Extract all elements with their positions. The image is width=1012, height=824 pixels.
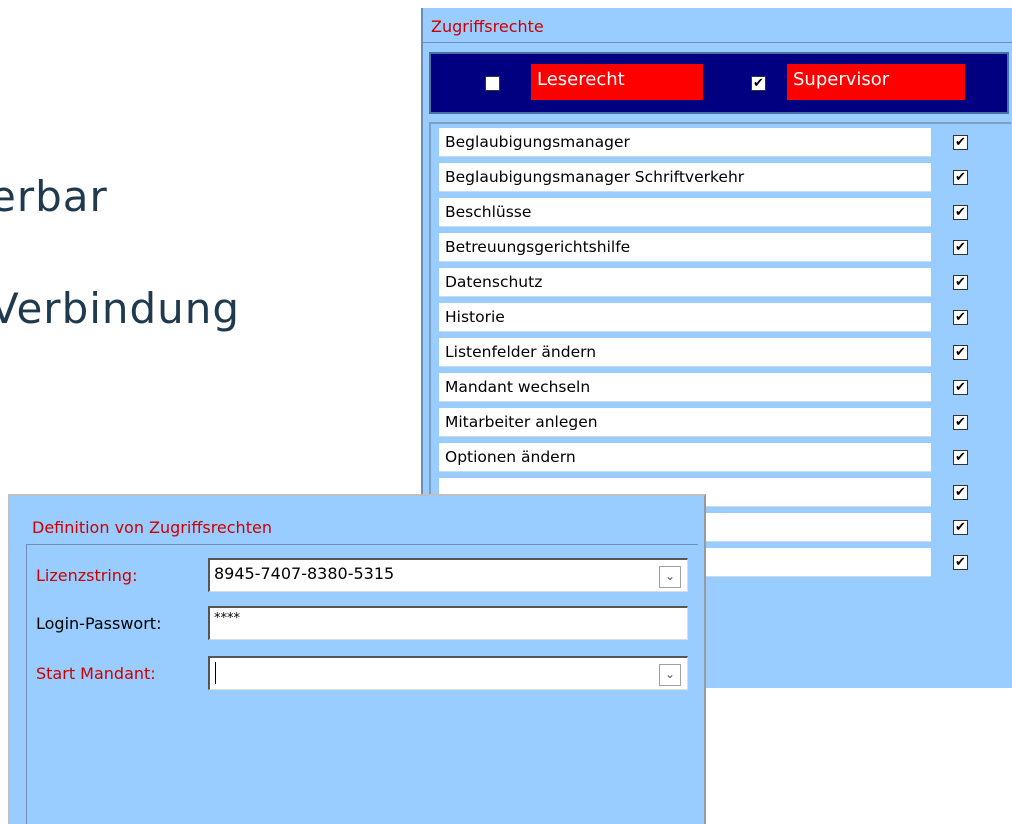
rights-list-item[interactable]: Betreuungsgerichtshilfe [439,233,931,262]
panel-title: Zugriffsrechte [431,17,544,36]
rights-item-checkbox[interactable]: ✔ [953,310,968,325]
rights-list-item[interactable]: Beschlüsse [439,198,931,227]
rights-list-item[interactable]: Historie [439,303,931,332]
passwort-label: Login-Passwort: [36,614,162,633]
leserecht-label: Leserecht [531,64,703,100]
chevron-down-icon[interactable]: ⌄ [659,566,681,588]
rights-item-checkbox[interactable]: ✔ [953,555,968,570]
rights-mode-bar: Leserecht ✔ Supervisor [429,52,1009,114]
dialog-divider [26,544,698,545]
lizenz-value: 8945-7407-8380-5315 [214,564,395,583]
rights-list-item[interactable]: Listenfelder ändern [439,338,931,367]
rights-item-checkbox[interactable]: ✔ [953,275,968,290]
rights-item-checkbox[interactable]: ✔ [953,135,968,150]
text-cursor [215,662,216,684]
rights-list-item[interactable]: Mitarbeiter anlegen [439,408,931,437]
lizenz-combobox[interactable]: 8945-7407-8380-5315 ⌄ [208,558,688,592]
rights-item-checkbox[interactable]: ✔ [953,380,968,395]
supervisor-checkbox[interactable]: ✔ [751,76,766,91]
slide-text-line-1: erbar [0,172,108,221]
rights-item-checkbox[interactable]: ✔ [953,345,968,360]
mandant-label: Start Mandant: [36,664,156,683]
passwort-field[interactable]: **** [208,606,688,640]
rights-item-checkbox[interactable]: ✔ [953,240,968,255]
supervisor-label: Supervisor [787,64,965,100]
rights-item-checkbox[interactable]: ✔ [953,450,968,465]
dialog-title: Definition von Zugriffsrechten [32,518,272,537]
leserecht-checkbox[interactable] [485,76,500,91]
mandant-combobox[interactable]: ⌄ [208,656,688,690]
rights-item-checkbox[interactable]: ✔ [953,520,968,535]
lizenz-label: Lizenzstring: [36,566,138,585]
rights-list-item[interactable]: Mandant wechseln [439,373,931,402]
rights-item-checkbox[interactable]: ✔ [953,205,968,220]
rights-list-item[interactable]: Beglaubigungsmanager [439,128,931,157]
rights-item-checkbox[interactable]: ✔ [953,415,968,430]
slide-text-line-2: Verbindung [0,284,241,333]
chevron-down-icon[interactable]: ⌄ [659,664,681,686]
rights-item-checkbox[interactable]: ✔ [953,485,968,500]
rights-list-item[interactable]: Optionen ändern [439,443,931,472]
rights-item-checkbox[interactable]: ✔ [953,170,968,185]
dialog-frame-line [26,544,27,824]
rights-list-item[interactable]: Datenschutz [439,268,931,297]
title-divider [423,42,1012,43]
rights-list-item[interactable]: Beglaubigungsmanager Schriftverkehr [439,163,931,192]
passwort-value: **** [214,611,240,626]
definition-dialog: Definition von Zugriffsrechten Lizenzstr… [8,494,706,824]
